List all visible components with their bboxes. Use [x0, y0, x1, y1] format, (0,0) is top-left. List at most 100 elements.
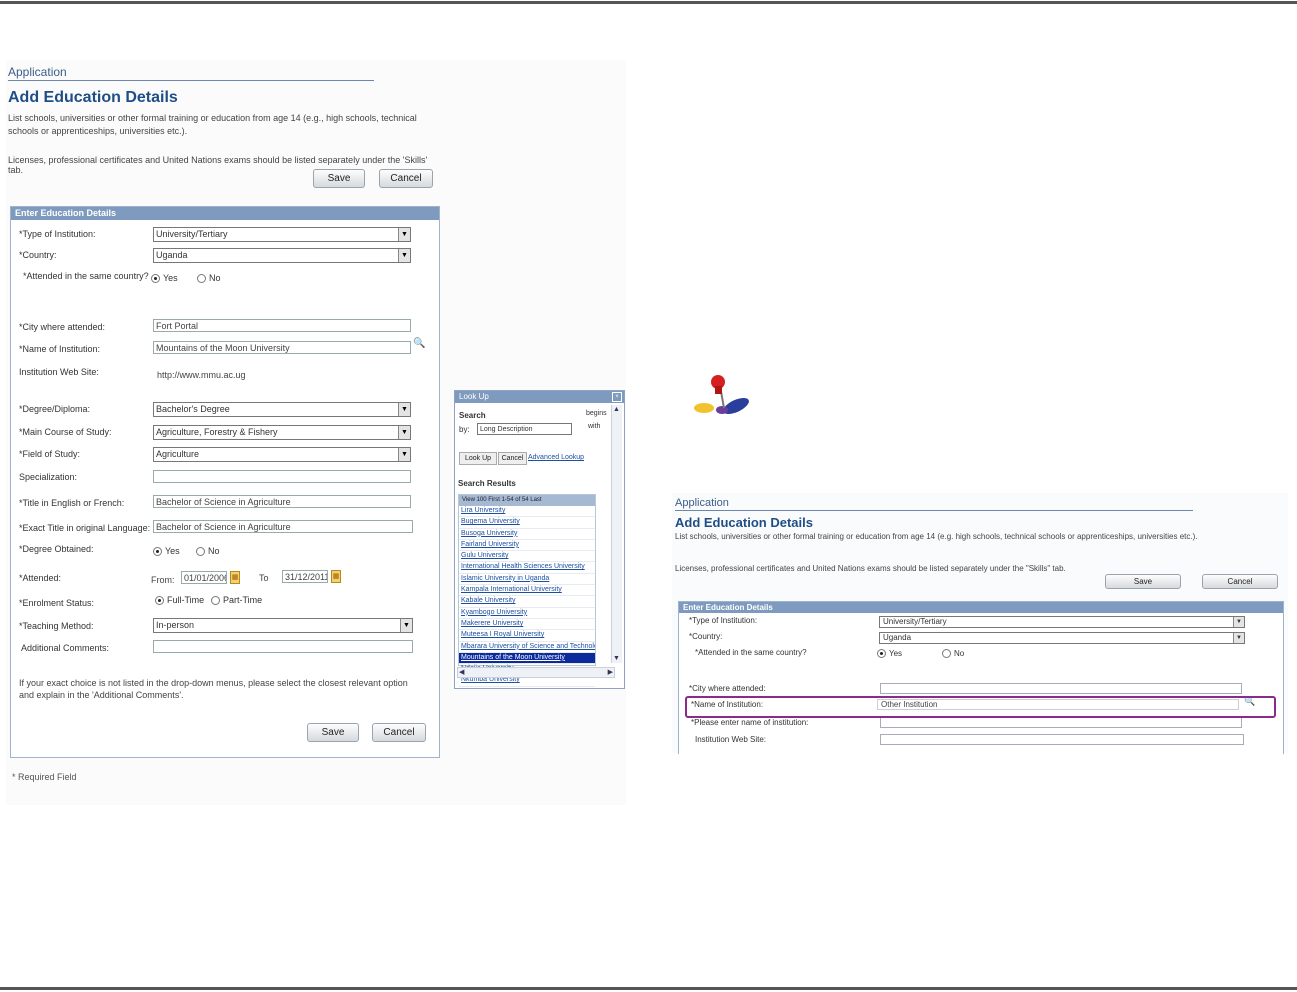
page-note: Licenses, professional certificates and …	[675, 564, 1066, 573]
radio-yes-label: Yes	[889, 649, 903, 658]
lookup-button[interactable]: Look Up	[459, 452, 497, 465]
label-degree: *Degree/Diploma:	[19, 404, 91, 414]
radio-same-country-yes[interactable]: Yes	[151, 273, 178, 284]
calendar-icon[interactable]: ▦	[230, 571, 240, 584]
from-date-input[interactable]: 01/01/2006	[181, 571, 227, 584]
search-results-title: Search Results	[458, 479, 516, 488]
search-result-row[interactable]: Bugema University	[459, 517, 595, 529]
teaching-method-value: In-person	[156, 620, 195, 630]
search-result-row[interactable]: Busoga University	[459, 529, 595, 540]
radio-selected-icon	[153, 547, 162, 557]
search-result-row[interactable]: Mbarara University of Science and Techno…	[459, 642, 595, 653]
to-date-input[interactable]: 31/12/2011	[282, 570, 328, 583]
dropdown-arrow-icon[interactable]: ▼	[1233, 617, 1244, 627]
label-attended: *Attended:	[19, 573, 62, 583]
search-result-row[interactable]: Gulu University	[459, 551, 595, 563]
search-result-row[interactable]: Fairland University	[459, 540, 595, 552]
dropdown-arrow-icon[interactable]: ▼	[398, 249, 410, 262]
title-english-input[interactable]: Bachelor of Science in Agriculture	[153, 495, 411, 508]
dropdown-arrow-icon[interactable]: ▼	[398, 228, 410, 241]
specialization-input[interactable]	[153, 470, 411, 483]
label-field-of-study: *Field of Study:	[19, 449, 81, 459]
lookup-cancel-button[interactable]: Cancel	[498, 452, 527, 465]
close-icon[interactable]: ×	[612, 392, 622, 402]
cancel-button-bottom[interactable]: Cancel	[372, 723, 426, 742]
advanced-lookup-link[interactable]: Advanced Lookup	[528, 454, 584, 461]
cancel-button-top[interactable]: Cancel	[379, 169, 433, 188]
search-results-rows: Lira University Bugema University Busoga U…	[459, 506, 595, 687]
lookup-search-by-select[interactable]: Long Description	[477, 423, 572, 435]
scroll-left-icon[interactable]: ◀	[459, 668, 464, 676]
country-value: Uganda	[156, 250, 188, 260]
type-of-institution-value: University/Tertiary	[156, 229, 228, 239]
search-result-row[interactable]: Muteesa I Royal University	[459, 630, 595, 642]
search-result-row[interactable]: Kabale University	[459, 596, 595, 608]
radio-full-time-label: Full-Time	[167, 595, 205, 605]
search-result-row[interactable]: Mountains of the Moon University	[459, 652, 595, 665]
other-institution-name-input[interactable]	[880, 717, 1242, 728]
label-type-of-institution: *Type of Institution:	[19, 229, 96, 239]
search-results-list: View 100 First 1-54 of 54 Last Lira Univ…	[458, 494, 596, 687]
search-result-row[interactable]: Kyambogo University	[459, 608, 595, 619]
search-result-row[interactable]: Lira University	[459, 506, 595, 518]
save-button-top[interactable]: Save	[313, 169, 365, 188]
radio-degree-obtained-yes[interactable]: Yes	[153, 546, 180, 557]
calendar-icon[interactable]: ▦	[331, 570, 341, 583]
breadcrumb[interactable]: Application	[8, 65, 67, 79]
label-other-institution-name: *Please enter name of institution:	[691, 718, 809, 727]
field-of-study-select[interactable]: Agriculture ▼	[153, 447, 411, 462]
country-select[interactable]: Uganda ▼	[153, 248, 411, 263]
additional-comments-input[interactable]	[153, 640, 413, 653]
teaching-method-select[interactable]: In-person ▼	[153, 618, 413, 633]
web-site-input[interactable]	[880, 734, 1244, 745]
radio-same-country-no[interactable]: No	[197, 273, 221, 284]
lookup-title: Look Up	[459, 392, 489, 401]
form-screenshot-partial: Application Add Education Details List s…	[672, 493, 1288, 754]
search-result-row[interactable]: Makerere University	[459, 619, 595, 631]
radio-same-country-yes[interactable]: Yes	[877, 649, 903, 659]
scroll-right-icon[interactable]: ▶	[608, 668, 613, 676]
scroll-down-icon[interactable]: ▼	[613, 655, 620, 662]
dropdown-arrow-icon[interactable]: ▼	[1233, 633, 1244, 643]
cancel-button[interactable]: Cancel	[1202, 574, 1278, 589]
radio-full-time[interactable]: Full-Time	[155, 595, 205, 606]
dropdown-arrow-icon[interactable]: ▼	[398, 426, 410, 439]
lookup-vertical-scrollbar[interactable]: ▲ ▼	[611, 405, 622, 663]
main-course-value: Agriculture, Forestry & Fishery	[156, 427, 278, 437]
city-input[interactable]	[880, 683, 1242, 694]
dropdown-arrow-icon[interactable]: ▼	[398, 448, 410, 461]
save-button-bottom[interactable]: Save	[307, 723, 359, 742]
degree-select[interactable]: Bachelor's Degree ▼	[153, 402, 411, 417]
label-teaching-method: *Teaching Method:	[19, 621, 94, 631]
scroll-up-icon[interactable]: ▲	[613, 406, 620, 413]
main-course-select[interactable]: Agriculture, Forestry & Fishery ▼	[153, 425, 411, 440]
country-select[interactable]: Uganda ▼	[879, 632, 1245, 644]
dropdown-arrow-icon[interactable]: ▼	[400, 619, 412, 632]
radio-degree-obtained-no[interactable]: No	[196, 546, 220, 557]
save-button[interactable]: Save	[1105, 574, 1181, 589]
label-title-original: *Exact Title in original Language:	[19, 523, 151, 533]
lookup-magnifier-icon[interactable]: 🔍	[413, 338, 425, 349]
label-same-country: *Attended in the same country?	[23, 271, 149, 281]
breadcrumb[interactable]: Application	[675, 497, 729, 509]
radio-part-time[interactable]: Part-Time	[211, 595, 262, 606]
name-of-institution-input[interactable]: Mountains of the Moon University	[153, 341, 411, 354]
search-result-row[interactable]: Islamic University in Uganda	[459, 574, 595, 586]
radio-no-label: No	[208, 546, 220, 556]
lookup-search-label: Search	[459, 411, 486, 420]
type-of-institution-select[interactable]: University/Tertiary ▼	[879, 616, 1245, 628]
dropdown-arrow-icon[interactable]: ▼	[398, 403, 410, 416]
type-of-institution-select[interactable]: University/Tertiary ▼	[153, 227, 411, 242]
title-original-input[interactable]: Bachelor of Science in Agriculture	[153, 520, 413, 533]
city-input[interactable]: Fort Portal	[153, 319, 411, 332]
search-result-row[interactable]: Kampala International University	[459, 585, 595, 597]
name-of-institution-highlight	[685, 696, 1276, 718]
label-title-english: *Title in English or French:	[19, 498, 125, 508]
label-country: *Country:	[19, 250, 57, 260]
radio-same-country-no[interactable]: No	[942, 649, 964, 659]
page-title: Add Education Details	[8, 89, 178, 106]
lookup-horizontal-scrollbar[interactable]: ◀ ▶	[457, 667, 615, 678]
breadcrumb-divider	[8, 80, 374, 81]
radio-no-label: No	[209, 273, 221, 283]
search-result-row[interactable]: International Health Sciences University	[459, 562, 595, 574]
